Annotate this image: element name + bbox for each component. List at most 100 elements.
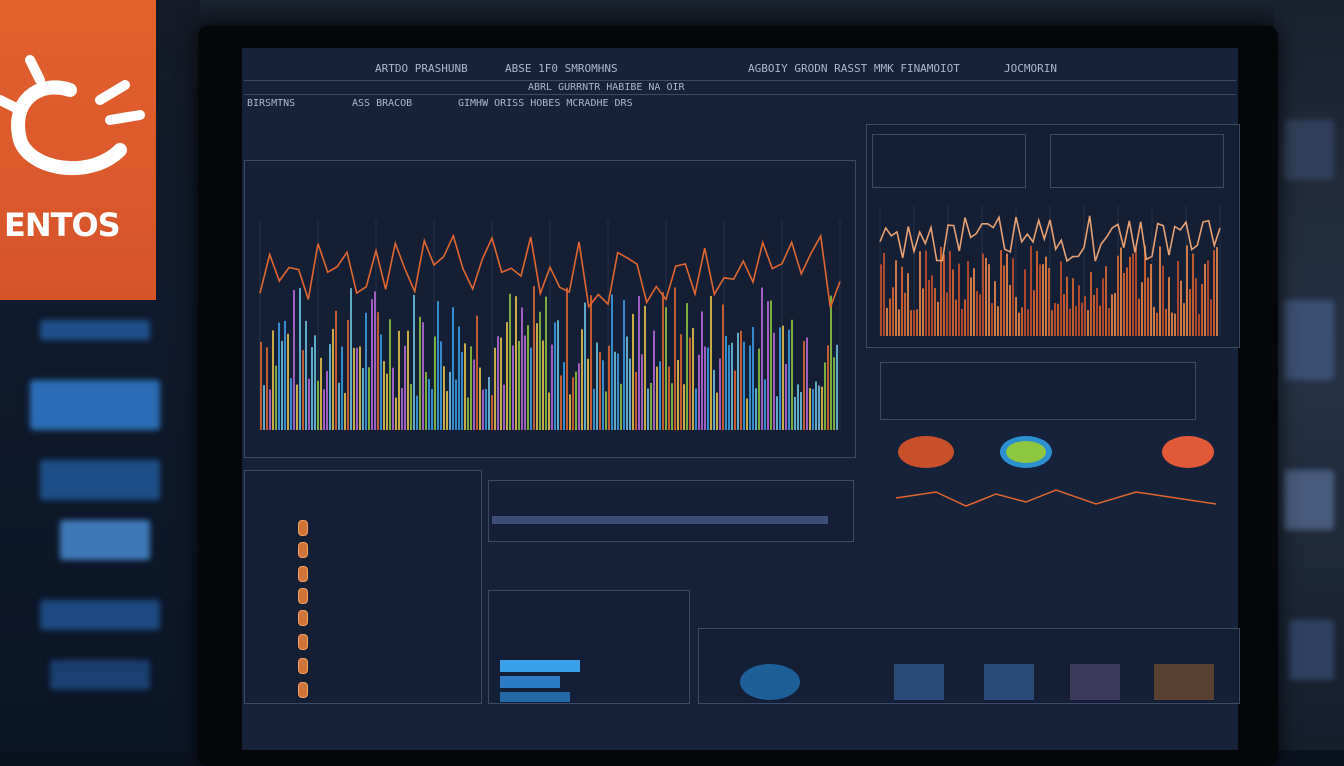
chart-bar (1168, 277, 1170, 336)
chart-bar (530, 347, 532, 430)
chart-bar (1105, 266, 1107, 336)
chart-bar (997, 306, 999, 336)
chart-bar (443, 366, 445, 430)
chart-bar (275, 365, 277, 430)
chart-bar (479, 367, 481, 430)
chart-bar (692, 328, 694, 430)
chart-bar (578, 363, 580, 430)
chart-bar (782, 325, 784, 430)
chart-bar (599, 352, 601, 430)
chart-bar (662, 292, 664, 430)
chart-bar (392, 367, 394, 430)
progress-bar (492, 516, 828, 524)
chart-bar (461, 351, 463, 430)
chart-bar (1150, 263, 1152, 336)
chart-bar (380, 334, 382, 430)
chart-bar (952, 269, 954, 336)
chart-bar (611, 294, 613, 430)
chart-bar (955, 299, 957, 336)
side-bar-chart (879, 206, 1221, 336)
chart-bar (1039, 264, 1041, 336)
chart-bar (833, 357, 835, 430)
chart-bar (596, 342, 598, 430)
mini-chart-icon (1154, 664, 1214, 700)
chart-bar (644, 305, 646, 430)
header-sub-left: BIRSMTNS (247, 98, 296, 109)
chart-bar (593, 388, 595, 430)
chart-bar (1165, 308, 1167, 336)
chart-bar (1042, 264, 1044, 336)
chart-bar (1084, 296, 1086, 336)
chart-bar (1129, 256, 1131, 336)
chart-bar (1009, 285, 1011, 336)
chart-bar (548, 392, 550, 430)
chart-bar (1186, 245, 1188, 336)
chart-bar (1072, 278, 1074, 336)
chart-bar (620, 383, 622, 430)
chart-bar (458, 326, 460, 430)
chart-bar (1078, 285, 1080, 336)
chart-bar (482, 389, 484, 430)
rack-light (1284, 120, 1334, 180)
chart-bar (407, 330, 409, 430)
chart-bar (323, 389, 325, 430)
chart-bar (928, 280, 930, 336)
mini-chart-icon (894, 664, 944, 700)
chart-bar (1213, 250, 1215, 336)
chart-bar (1006, 253, 1008, 336)
chart-bar (707, 347, 709, 430)
chart-bar (1153, 306, 1155, 336)
header-divider (244, 80, 1236, 81)
chart-bar (1207, 260, 1209, 336)
chart-bar (886, 307, 888, 336)
chart-bar (976, 290, 978, 336)
chart-bar (263, 385, 265, 430)
chart-bar (931, 275, 933, 336)
chart-bar (755, 388, 757, 430)
progress-panel (488, 480, 854, 542)
status-dot-icon (298, 566, 308, 582)
chart-bar (979, 294, 981, 336)
chart-bar (821, 386, 823, 430)
chart-bar (464, 343, 466, 430)
mini-chart-icon (984, 664, 1034, 700)
chart-bar (650, 383, 652, 430)
chart-bar (803, 341, 805, 430)
chart-bar (1054, 302, 1056, 336)
chart-bar (1003, 265, 1005, 336)
chart-bar (332, 328, 334, 430)
chart-bar (818, 385, 820, 430)
header-mid-title: ABSE 1F0 SMROMHNS (505, 62, 618, 75)
chart-bar (734, 370, 736, 430)
chart-bar (359, 346, 361, 430)
chart-bar (964, 299, 966, 336)
header-right-title: AGBOIY GRODN RASST MMK FINAMOIOT (748, 62, 960, 75)
chart-bar (701, 311, 703, 430)
chart-bar (401, 388, 403, 430)
chart-bar (737, 332, 739, 430)
chart-bar (946, 292, 948, 336)
chart-bar (1198, 314, 1200, 336)
chart-bar (602, 360, 604, 430)
bar-item (500, 676, 560, 688)
rack-light (40, 600, 160, 630)
chart-bar (272, 330, 274, 430)
chart-bar (913, 310, 915, 336)
chart-bar (278, 322, 280, 430)
chart-bar (344, 392, 346, 430)
chart-bar (635, 371, 637, 430)
chart-bar (961, 308, 963, 336)
chart-bar (934, 288, 936, 336)
chart-bar (949, 250, 951, 336)
chart-bar (824, 362, 826, 430)
chart-bar (773, 332, 775, 430)
chart-bar (1189, 289, 1191, 336)
chart-bar (812, 389, 814, 430)
chart-bar (365, 312, 367, 430)
chart-bar (1147, 277, 1149, 336)
chart-bar (686, 303, 688, 430)
chart-bar (901, 266, 903, 336)
chart-bar (413, 294, 415, 430)
chart-bar (892, 287, 894, 336)
chart-bar (305, 320, 307, 430)
